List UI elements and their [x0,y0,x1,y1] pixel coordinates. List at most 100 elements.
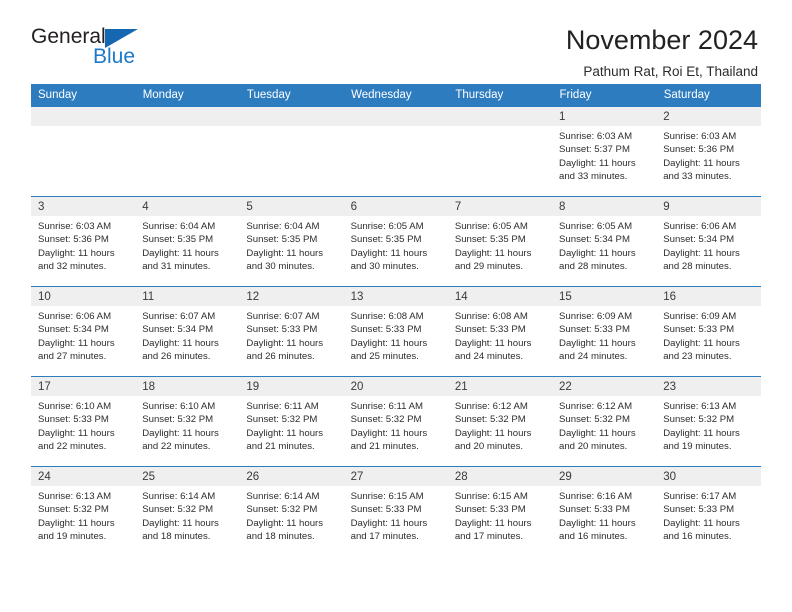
calendar-day-cell[interactable]: 25 Sunrise: 6:14 AM Sunset: 5:32 PM Dayligh… [135,466,240,557]
day-detail: Sunrise: 6:03 AM Sunset: 5:37 PM Daylight:… [552,126,656,184]
sunrise-time: Sunrise: 6:13 AM [38,491,112,502]
daylight-duration-line1: Daylight: 11 hours [142,517,219,529]
day-detail: Sunrise: 6:06 AM Sunset: 5:34 PM Daylight:… [31,306,135,364]
calendar-cell-empty [447,106,553,197]
daylight-duration-line1: Daylight: 11 hours [454,517,532,529]
calendar-day-cell[interactable]: 30 Sunrise: 6:17 AM Sunset: 5:33 PM Dayligh… [656,466,761,557]
daylight-duration-line2: and 16 minutes. [559,531,628,543]
calendar-week-row: 1 Sunrise: 6:03 AM Sunset: 5:37 PM Daylight… [31,106,761,197]
calendar-day-cell[interactable]: 13 Sunrise: 6:08 AM Sunset: 5:33 PM Dayligh… [343,286,448,377]
day-detail: Sunrise: 6:10 AM Sunset: 5:33 PM Daylight:… [31,396,135,454]
sunset-time: Sunset: 5:33 PM [454,324,526,336]
weekday-header-saturday: Saturday [656,84,762,107]
daylight-duration-line2: and 18 minutes. [246,531,315,543]
calendar-day-cell[interactable]: 24 Sunrise: 6:13 AM Sunset: 5:32 PM Dayligh… [31,466,136,557]
day-number: 6 [343,197,448,216]
calendar-day-cell[interactable]: 6 Sunrise: 6:05 AM Sunset: 5:35 PM Daylight… [343,196,448,287]
calendar-day-cell[interactable]: 22 Sunrise: 6:12 AM Sunset: 5:32 PM Dayligh… [552,376,657,467]
calendar-day-cell[interactable]: 20 Sunrise: 6:11 AM Sunset: 5:32 PM Dayligh… [343,376,448,467]
sunset-time: Sunset: 5:32 PM [142,414,214,426]
calendar-page: General Blue November 2024 Pathum Rat, R… [0,0,792,612]
daylight-duration-line2: and 23 minutes. [663,351,732,363]
daylight-duration-line1: Daylight: 11 hours [663,157,740,169]
day-number: 4 [135,197,240,216]
daylight-duration-line1: Daylight: 11 hours [142,247,219,259]
calendar-day-cell[interactable]: 26 Sunrise: 6:14 AM Sunset: 5:32 PM Dayligh… [239,466,344,557]
daylight-duration-line1: Daylight: 11 hours [246,337,324,349]
daylight-duration-line2: and 19 minutes. [663,441,732,453]
sunrise-time: Sunrise: 6:15 AM [350,491,424,502]
sunset-time: Sunset: 5:32 PM [246,414,318,426]
daylight-duration-line2: and 24 minutes. [454,351,524,363]
daylight-duration-line1: Daylight: 11 hours [142,337,219,349]
day-number: 23 [656,377,761,396]
daylight-duration-line2: and 22 minutes. [142,441,211,453]
daylight-duration-line2: and 20 minutes. [454,441,524,453]
calendar-day-cell[interactable]: 17 Sunrise: 6:10 AM Sunset: 5:33 PM Dayligh… [31,376,136,467]
calendar-day-cell[interactable]: 7 Sunrise: 6:05 AM Sunset: 5:35 PM Daylight… [447,196,553,287]
sunrise-time: Sunrise: 6:10 AM [142,401,216,412]
calendar-day-cell[interactable]: 2 Sunrise: 6:03 AM Sunset: 5:36 PM Daylight… [656,106,761,197]
day-number: 16 [656,287,761,306]
sunset-time: Sunset: 5:33 PM [246,324,318,336]
calendar-day-cell[interactable]: 9 Sunrise: 6:06 AM Sunset: 5:34 PM Daylight… [656,196,761,287]
sunrise-time: Sunrise: 6:11 AM [246,401,319,412]
daylight-duration-line2: and 26 minutes. [142,351,211,363]
day-number: 27 [343,467,448,486]
sunset-time: Sunset: 5:34 PM [38,324,109,336]
calendar-cell-empty [135,106,240,197]
calendar-day-cell[interactable]: 10 Sunrise: 6:06 AM Sunset: 5:34 PM Dayligh… [31,286,136,377]
calendar-day-cell[interactable]: 28 Sunrise: 6:15 AM Sunset: 5:33 PM Dayligh… [447,466,553,557]
calendar-day-cell[interactable]: 14 Sunrise: 6:08 AM Sunset: 5:33 PM Dayligh… [447,286,553,377]
day-detail: Sunrise: 6:16 AM Sunset: 5:33 PM Daylight:… [552,486,656,544]
day-detail: Sunrise: 6:07 AM Sunset: 5:33 PM Daylight:… [239,306,343,364]
page-header: General Blue November 2024 Pathum Rat, R… [0,0,792,80]
daylight-duration-line2: and 17 minutes. [350,531,419,543]
daylight-duration-line2: and 28 minutes. [559,261,628,273]
sunset-time: Sunset: 5:37 PM [559,144,630,156]
calendar-cell-empty [31,106,136,197]
calendar-day-cell[interactable]: 1 Sunrise: 6:03 AM Sunset: 5:37 PM Daylight… [552,106,657,197]
day-detail: Sunrise: 6:04 AM Sunset: 5:35 PM Daylight:… [135,216,239,274]
sunrise-time: Sunrise: 6:03 AM [559,131,633,142]
calendar-day-cell[interactable]: 19 Sunrise: 6:11 AM Sunset: 5:32 PM Dayligh… [239,376,344,467]
calendar-day-cell[interactable]: 23 Sunrise: 6:13 AM Sunset: 5:32 PM Dayligh… [656,376,761,467]
daylight-duration-line1: Daylight: 11 hours [559,247,636,259]
calendar-day-cell[interactable]: 15 Sunrise: 6:09 AM Sunset: 5:33 PM Dayligh… [552,286,657,377]
day-number [447,107,553,126]
sunrise-time: Sunrise: 6:06 AM [38,311,112,322]
day-number: 29 [552,467,657,486]
calendar-grid: Sunday Monday Tuesday Wednesday Thursday… [31,84,762,557]
day-number: 10 [31,287,136,306]
sunset-time: Sunset: 5:32 PM [559,414,630,426]
day-detail: Sunrise: 6:05 AM Sunset: 5:34 PM Daylight:… [552,216,656,274]
sunrise-time: Sunrise: 6:16 AM [559,491,633,502]
logo[interactable]: General Blue [31,26,151,72]
day-detail: Sunrise: 6:05 AM Sunset: 5:35 PM Daylight:… [344,216,448,274]
calendar-day-cell[interactable]: 27 Sunrise: 6:15 AM Sunset: 5:33 PM Dayligh… [343,466,448,557]
calendar-day-cell[interactable]: 12 Sunrise: 6:07 AM Sunset: 5:33 PM Dayligh… [239,286,344,377]
calendar-day-cell[interactable]: 5 Sunrise: 6:04 AM Sunset: 5:35 PM Daylight… [239,196,344,287]
calendar-day-cell[interactable]: 16 Sunrise: 6:09 AM Sunset: 5:33 PM Dayligh… [656,286,761,377]
calendar-cell-empty [343,106,448,197]
day-number: 11 [135,287,240,306]
sunrise-time: Sunrise: 6:12 AM [559,401,633,412]
day-detail: Sunrise: 6:03 AM Sunset: 5:36 PM Daylight:… [656,126,760,184]
calendar-day-cell[interactable]: 21 Sunrise: 6:12 AM Sunset: 5:32 PM Dayligh… [447,376,553,467]
weekday-header-tuesday: Tuesday [239,84,345,107]
sunset-time: Sunset: 5:33 PM [663,504,735,516]
sunset-time: Sunset: 5:33 PM [350,504,422,516]
day-detail: Sunrise: 6:10 AM Sunset: 5:32 PM Daylight:… [135,396,239,454]
calendar-day-cell[interactable]: 18 Sunrise: 6:10 AM Sunset: 5:32 PM Dayligh… [135,376,240,467]
sunrise-time: Sunrise: 6:04 AM [246,221,320,232]
sunset-time: Sunset: 5:35 PM [350,234,422,246]
calendar-day-cell[interactable]: 3 Sunrise: 6:03 AM Sunset: 5:36 PM Daylight… [31,196,136,287]
daylight-duration-line1: Daylight: 11 hours [663,247,740,259]
calendar-day-cell[interactable]: 29 Sunrise: 6:16 AM Sunset: 5:33 PM Dayligh… [552,466,657,557]
daylight-duration-line1: Daylight: 11 hours [663,427,740,439]
calendar-day-cell[interactable]: 8 Sunrise: 6:05 AM Sunset: 5:34 PM Daylight… [552,196,657,287]
day-number: 8 [552,197,657,216]
calendar-day-cell[interactable]: 11 Sunrise: 6:07 AM Sunset: 5:34 PM Dayligh… [135,286,240,377]
calendar-day-cell[interactable]: 4 Sunrise: 6:04 AM Sunset: 5:35 PM Daylight… [135,196,240,287]
sunset-time: Sunset: 5:34 PM [142,324,214,336]
